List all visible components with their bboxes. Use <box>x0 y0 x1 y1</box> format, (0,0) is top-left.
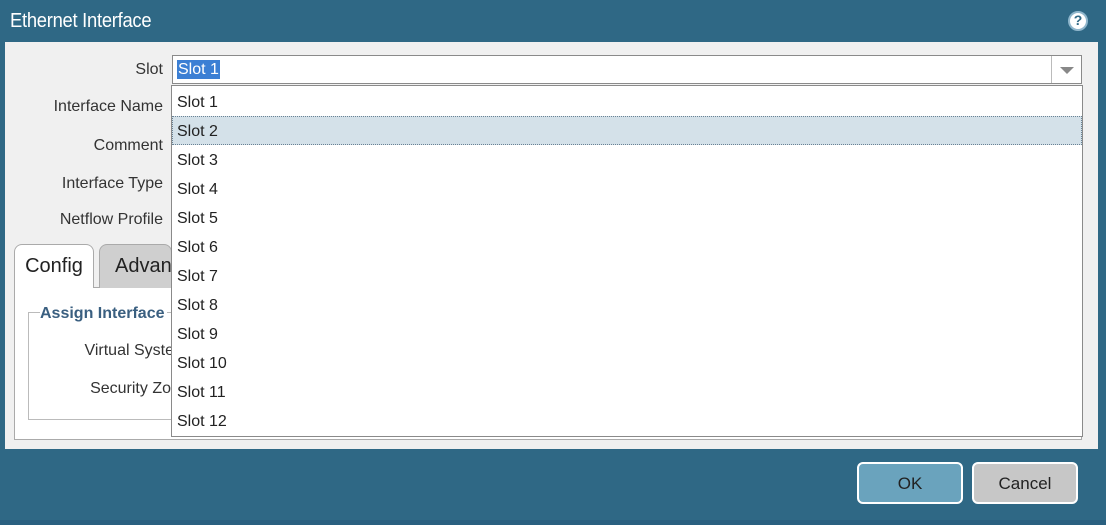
assign-interface-title: Assign Interface <box>40 305 168 323</box>
cancel-button[interactable]: Cancel <box>972 462 1078 504</box>
dropdown-option[interactable]: Slot 4 <box>172 174 1082 203</box>
help-icon[interactable] <box>1068 11 1088 31</box>
comment-label: Comment <box>93 137 163 154</box>
dropdown-option[interactable]: Slot 9 <box>172 319 1082 348</box>
ok-button[interactable]: OK <box>857 462 963 504</box>
dialog-titlebar: Ethernet Interface <box>0 0 1106 42</box>
interface-name-label: Interface Name <box>53 98 163 115</box>
dialog-title: Ethernet Interface <box>10 10 152 32</box>
dropdown-option[interactable]: Slot 10 <box>172 348 1082 377</box>
slot-selected-value: Slot 1 <box>177 60 220 79</box>
dropdown-option[interactable]: Slot 6 <box>172 232 1082 261</box>
dropdown-option[interactable]: Slot 5 <box>172 203 1082 232</box>
dropdown-option[interactable]: Slot 8 <box>172 290 1082 319</box>
dropdown-option[interactable]: Slot 11 <box>172 377 1082 406</box>
tab-advanced[interactable]: Advanc <box>99 244 172 288</box>
slot-dropdown-list: Slot 1 Slot 2 Slot 3 Slot 4 Slot 5 Slot … <box>171 85 1083 437</box>
dialog-bottom-edge <box>0 520 1106 525</box>
dropdown-option[interactable]: Slot 12 <box>172 406 1082 435</box>
dropdown-option[interactable]: Slot 7 <box>172 261 1082 290</box>
dropdown-option[interactable]: Slot 1 <box>172 87 1082 116</box>
tab-config[interactable]: Config <box>14 244 94 288</box>
dropdown-option[interactable]: Slot 2 <box>172 116 1082 145</box>
security-zone-label: Security Zo <box>90 380 171 397</box>
netflow-profile-label: Netflow Profile <box>59 211 163 228</box>
dropdown-option[interactable]: Slot 3 <box>172 145 1082 174</box>
slot-select[interactable]: Slot 1 <box>172 55 1082 84</box>
chevron-down-icon[interactable] <box>1051 56 1081 83</box>
virtual-system-label: Virtual Syste <box>84 342 174 359</box>
slot-label: Slot <box>135 61 163 78</box>
interface-type-label: Interface Type <box>61 175 163 192</box>
